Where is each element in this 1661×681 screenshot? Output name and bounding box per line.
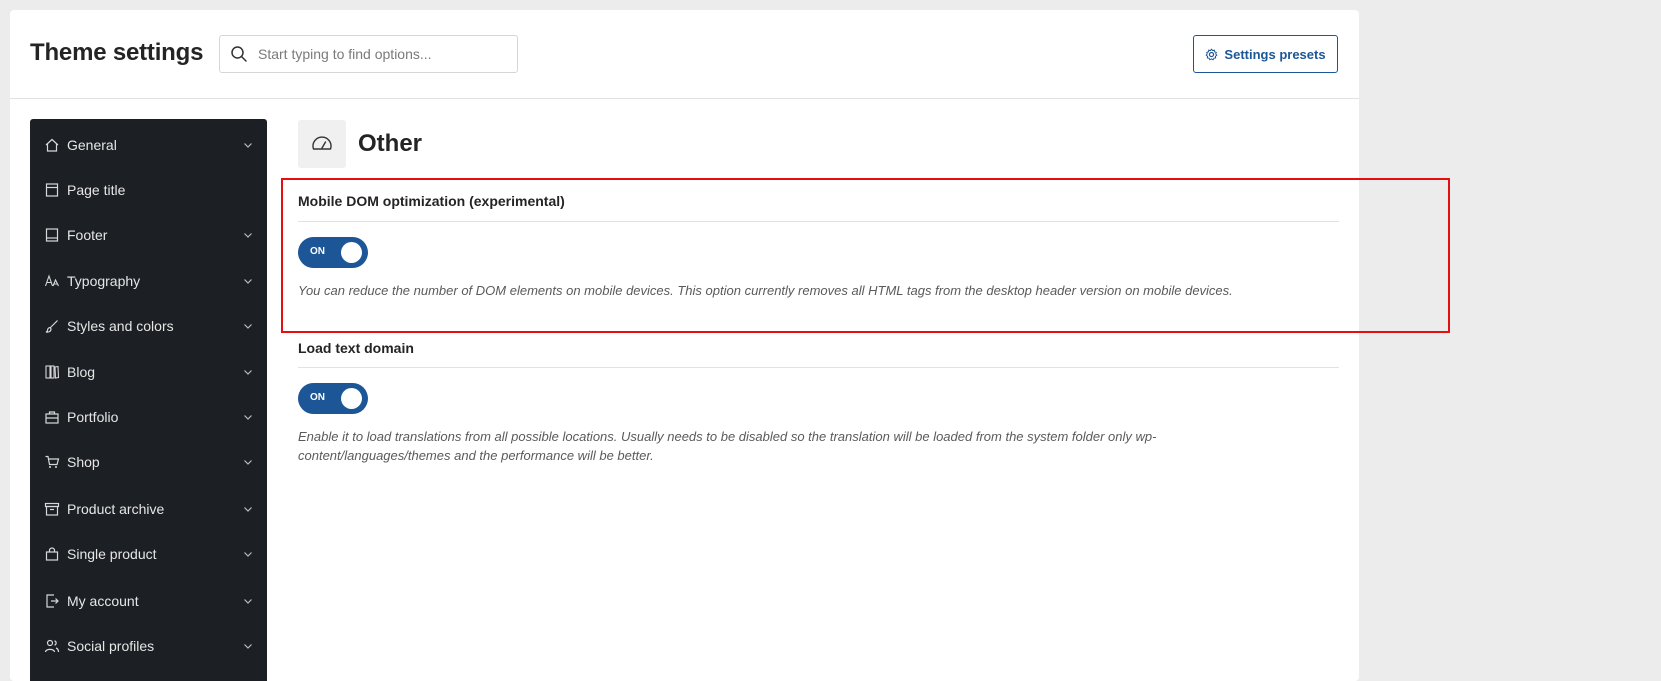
chevron-down-icon xyxy=(243,321,253,331)
sidebar-item-my-account[interactable]: My account xyxy=(30,581,267,621)
load-text-domain-toggle[interactable]: ON xyxy=(298,383,368,414)
page-title-icon xyxy=(44,182,60,198)
chevron-down-icon xyxy=(243,549,253,559)
cart-icon xyxy=(44,454,60,470)
divider xyxy=(298,367,1339,368)
chevron-down-icon xyxy=(243,140,253,150)
sidebar-item-footer[interactable]: Footer xyxy=(30,215,267,255)
chevron-down-icon xyxy=(243,276,253,286)
settings-presets-label: Settings presets xyxy=(1224,46,1326,62)
settings-presets-button[interactable]: Settings presets xyxy=(1193,35,1338,73)
sidebar-item-single-product[interactable]: Single product xyxy=(30,534,267,574)
option-description-load-text-domain: Enable it to load translations from all … xyxy=(298,427,1258,465)
highlight-box xyxy=(281,178,1450,333)
page-title: Theme settings xyxy=(30,39,204,66)
bag-icon xyxy=(44,546,60,562)
typography-icon xyxy=(44,273,60,289)
sidebar-item-label: My account xyxy=(67,593,139,609)
chevron-down-icon xyxy=(243,641,253,651)
search-input[interactable] xyxy=(258,46,508,62)
section-header: Other xyxy=(298,120,422,168)
footer-icon xyxy=(44,227,60,243)
sidebar-item-label: Blog xyxy=(67,364,96,380)
sidebar-item-label: Product archive xyxy=(67,501,165,517)
description-line: Enable it to load translations from all … xyxy=(298,429,1157,444)
description-line: content/languages/themes and the perform… xyxy=(298,448,654,463)
sidebar-item-product-archive[interactable]: Product archive xyxy=(30,489,267,529)
sidebar-item-label: Single product xyxy=(67,546,157,562)
sidebar-item-page-title[interactable]: Page title xyxy=(30,170,267,210)
sidebar-item-styles-and-colors[interactable]: Styles and colors xyxy=(30,306,267,346)
sidebar-item-blog[interactable]: Blog xyxy=(30,352,267,392)
sidebar-item-shop[interactable]: Shop xyxy=(30,442,267,482)
search-box[interactable] xyxy=(219,35,518,73)
sidebar-item-label: Shop xyxy=(67,454,100,470)
toggle-label: ON xyxy=(310,392,325,403)
sidebar-item-label: Footer xyxy=(67,227,108,243)
option-title-load-text-domain: Load text domain xyxy=(298,340,414,356)
sidebar-item-label: General xyxy=(67,137,117,153)
archive-icon xyxy=(44,501,60,517)
settings-panel: Theme settings Settings presets General … xyxy=(10,10,1359,681)
sidebar-item-label: Styles and colors xyxy=(67,318,174,334)
sidebar-item-portfolio[interactable]: Portfolio xyxy=(30,397,267,437)
home-icon xyxy=(44,137,60,153)
sidebar-item-label: Typography xyxy=(67,273,141,289)
gear-icon xyxy=(1205,47,1218,61)
speedometer-icon xyxy=(298,120,346,168)
toggle-knob xyxy=(341,388,362,409)
header: Theme settings Settings presets xyxy=(10,10,1359,99)
blog-icon xyxy=(44,364,60,380)
brush-icon xyxy=(44,318,60,334)
sidebar-item-social-profiles[interactable]: Social profiles xyxy=(30,626,267,666)
sidebar-item-label: Social profiles xyxy=(67,638,155,654)
search-icon xyxy=(230,45,248,63)
users-icon xyxy=(44,638,60,654)
chevron-down-icon xyxy=(243,504,253,514)
section-title: Other xyxy=(358,130,423,157)
account-icon xyxy=(44,593,60,609)
chevron-down-icon xyxy=(243,230,253,240)
chevron-down-icon xyxy=(243,596,253,606)
chevron-down-icon xyxy=(243,412,253,422)
sidebar-item-label: Page title xyxy=(67,182,126,198)
sidebar-item-typography[interactable]: Typography xyxy=(30,261,267,301)
sidebar: General Page title Footer Typography Sty… xyxy=(30,119,267,681)
chevron-down-icon xyxy=(243,457,253,467)
briefcase-icon xyxy=(44,409,60,425)
sidebar-item-label: Portfolio xyxy=(67,409,119,425)
sidebar-item-general[interactable]: General xyxy=(30,125,267,165)
chevron-down-icon xyxy=(243,367,253,377)
